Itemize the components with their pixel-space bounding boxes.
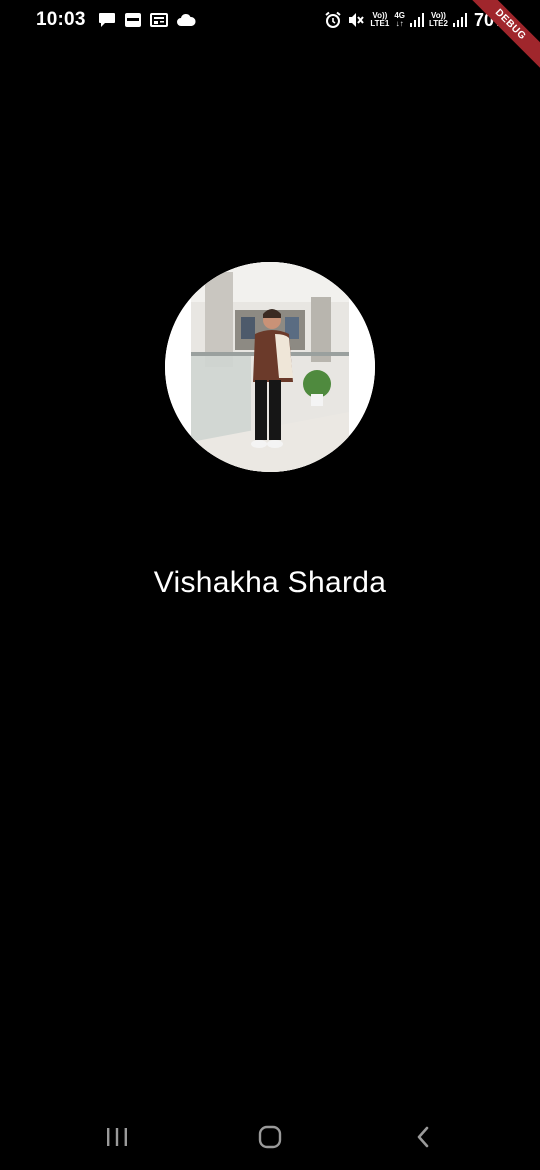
recent-apps-button[interactable] — [77, 1114, 157, 1164]
back-button[interactable] — [383, 1114, 463, 1164]
clock: 10:03 — [36, 9, 86, 30]
network-type-label: 4G ↓↑ — [394, 11, 405, 28]
chat-bubble-icon — [98, 12, 116, 28]
navigation-bar — [0, 1108, 540, 1170]
profile-name: Vishakha Sharda — [153, 566, 387, 599]
app-screen: 10:03 Vo)) LTE1 4G ↓↑ Vo)) LTE2 DEBUG Vi… — [0, 0, 540, 1170]
photo-app-icon — [124, 12, 142, 28]
sim2-volte-label: Vo)) LTE2 — [429, 11, 448, 28]
status-left: 10:03 — [36, 9, 196, 31]
status-bar: 10:03 Vo)) LTE1 4G ↓↑ Vo)) LTE2 — [0, 0, 540, 40]
mute-icon — [347, 11, 365, 29]
recent-apps-icon — [105, 1126, 129, 1153]
signal-sim1-icon — [410, 13, 424, 27]
home-button[interactable] — [230, 1114, 310, 1164]
signal-sim2-icon — [452, 13, 467, 27]
alarm-icon — [324, 11, 342, 29]
news-icon — [149, 12, 168, 28]
sim1-volte-label: Vo)) LTE1 — [370, 11, 390, 28]
back-icon — [415, 1126, 431, 1153]
status-right: Vo)) LTE1 4G ↓↑ Vo)) LTE2 70% — [324, 10, 510, 31]
profile-avatar — [165, 262, 375, 472]
home-icon — [258, 1125, 282, 1154]
cloud-icon — [176, 13, 196, 27]
